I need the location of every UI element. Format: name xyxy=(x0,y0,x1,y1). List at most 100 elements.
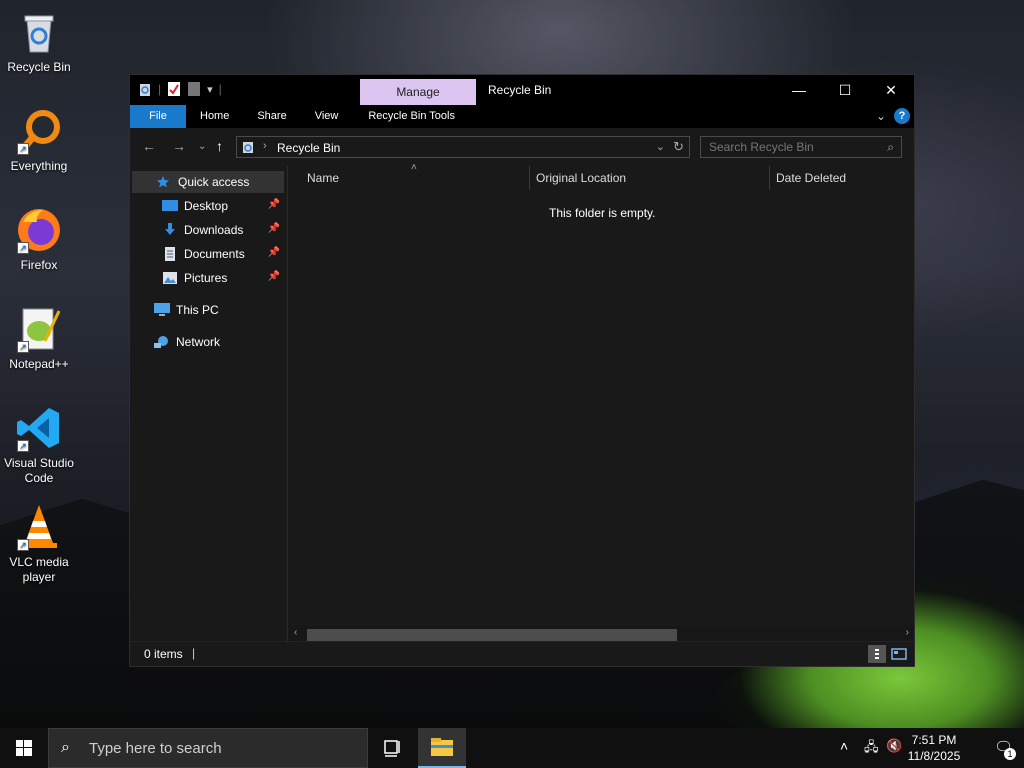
column-divider[interactable] xyxy=(529,166,530,190)
recycle-bin-icon xyxy=(15,8,63,56)
vlc-icon: ↗ xyxy=(15,503,63,551)
address-history-chevron-icon[interactable]: ⌄ xyxy=(656,140,665,153)
search-input[interactable] xyxy=(701,137,871,157)
documents-icon xyxy=(162,247,178,261)
pin-icon: 📌 xyxy=(267,271,280,282)
tab-recycle-bin-tools[interactable]: Recycle Bin Tools xyxy=(352,105,469,128)
column-header-name[interactable]: Name xyxy=(307,166,339,190)
show-hidden-icons-chevron-icon[interactable]: ˄ xyxy=(840,738,848,754)
tab-view[interactable]: View xyxy=(301,105,353,128)
window-title: Recycle Bin xyxy=(488,83,552,97)
pin-icon: 📌 xyxy=(267,199,280,210)
sidebar-item-label: Desktop xyxy=(184,199,229,213)
customize-toolbar-chevron-icon[interactable]: ▾ xyxy=(207,83,213,96)
sidebar-item-label: Downloads xyxy=(184,223,244,237)
navigation-pane: Quick access Desktop 📌 Downloads 📌 Docum… xyxy=(130,166,288,643)
help-icon[interactable]: ? xyxy=(894,108,910,124)
desktop-icon-label: Everything xyxy=(10,159,68,173)
sidebar-item-documents[interactable]: Documents 📌 xyxy=(132,243,284,265)
desktop-icon-label: Visual Studio Code xyxy=(4,456,74,485)
refresh-icon[interactable]: ↻ xyxy=(673,139,684,155)
system-tray: ˄ 🖧 🔇 7:51 PM 11/8/2025 🗨 1 xyxy=(824,728,1024,768)
start-button[interactable] xyxy=(0,728,48,768)
desktop-icon-vlc[interactable]: ↗ VLC media player xyxy=(2,503,76,585)
toolbar-divider: | xyxy=(158,82,162,96)
windows-logo-icon xyxy=(16,740,32,756)
address-bar[interactable]: › Recycle Bin ⌄ ↻ xyxy=(236,136,690,158)
desktop-icon-notepad-plus-plus[interactable]: ↗ Notepad++ xyxy=(2,305,76,372)
expand-ribbon-chevron-icon[interactable]: ⌄ xyxy=(876,109,886,123)
forward-arrow-icon[interactable]: → xyxy=(172,138,186,154)
breadcrumb[interactable]: Recycle Bin xyxy=(277,141,340,155)
taskbar-clock[interactable]: 7:51 PM 11/8/2025 xyxy=(902,732,966,764)
desktop-icon-recycle-bin[interactable]: Recycle Bin xyxy=(2,8,76,75)
sidebar-item-desktop[interactable]: Desktop 📌 xyxy=(132,195,284,217)
sidebar-item-label: Documents xyxy=(184,247,245,261)
desktop-icon-everything[interactable]: ↗ Everything xyxy=(2,107,76,174)
file-explorer-window: | ▾ | Manage Recycle Bin — ☐ ✕ File Home… xyxy=(129,74,915,667)
sidebar-item-label: Network xyxy=(176,335,221,349)
shortcut-arrow-icon: ↗ xyxy=(17,242,29,254)
taskbar-search-placeholder: Type here to search xyxy=(89,740,222,757)
manage-contextual-tab[interactable]: Manage xyxy=(360,79,476,106)
sidebar-item-network[interactable]: Network xyxy=(132,331,284,353)
scroll-right-icon[interactable]: › xyxy=(906,627,909,638)
taskbar-file-explorer[interactable] xyxy=(418,728,466,768)
recent-locations-chevron-icon[interactable]: ⌄ xyxy=(198,141,206,152)
taskbar-search-box[interactable]: ⌕ Type here to search xyxy=(48,728,368,768)
minimize-button[interactable]: — xyxy=(776,75,822,105)
close-button[interactable]: ✕ xyxy=(868,75,914,105)
task-view-button[interactable] xyxy=(368,728,416,768)
tab-share[interactable]: Share xyxy=(243,105,300,128)
file-explorer-icon xyxy=(431,738,453,756)
up-arrow-icon[interactable]: ↑ xyxy=(216,138,223,154)
ribbon-right-controls: ⌄ ? xyxy=(876,108,910,124)
clock-time: 7:51 PM xyxy=(911,733,957,747)
ribbon-tabs: File Home Share View Recycle Bin Tools ⌄… xyxy=(130,105,914,128)
notepad-plus-plus-icon: ↗ xyxy=(15,305,63,353)
column-header-original-location[interactable]: Original Location xyxy=(536,166,626,190)
window-controls: — ☐ ✕ xyxy=(776,75,914,105)
sidebar-item-label: This PC xyxy=(176,303,219,317)
everything-search-icon: ↗ xyxy=(15,107,63,155)
title-bar[interactable]: | ▾ | Manage Recycle Bin — ☐ ✕ xyxy=(130,75,914,106)
volume-muted-icon[interactable]: 🔇 xyxy=(886,738,902,754)
network-icon xyxy=(154,335,170,349)
new-folder-icon[interactable] xyxy=(187,81,201,97)
search-box[interactable]: ⌕ xyxy=(700,136,902,158)
shortcut-arrow-icon: ↗ xyxy=(17,341,29,353)
column-divider[interactable] xyxy=(769,166,770,190)
tab-home[interactable]: Home xyxy=(186,105,243,128)
sidebar-item-label: Pictures xyxy=(184,271,228,285)
sidebar-item-pictures[interactable]: Pictures 📌 xyxy=(132,267,284,289)
sidebar-item-this-pc[interactable]: This PC xyxy=(132,299,284,321)
taskbar: ⌕ Type here to search ˄ 🖧 🔇 7:51 PM 11/8… xyxy=(0,728,1024,768)
clock-date: 11/8/2025 xyxy=(907,749,961,763)
sidebar-item-downloads[interactable]: Downloads 📌 xyxy=(132,219,284,241)
shortcut-arrow-icon: ↗ xyxy=(17,539,29,551)
item-count: 0 items xyxy=(144,647,183,661)
sort-ascending-icon: ˄ xyxy=(411,162,417,173)
properties-icon[interactable] xyxy=(167,81,181,97)
scrollbar-thumb[interactable] xyxy=(307,629,677,641)
column-header-date-deleted[interactable]: Date Deleted xyxy=(776,166,846,190)
details-view-icon[interactable] xyxy=(868,645,886,663)
recycle-bin-small-icon xyxy=(138,81,152,97)
sidebar-item-label: Quick access xyxy=(178,175,250,189)
scroll-left-icon[interactable]: ‹ xyxy=(294,627,297,638)
search-icon: ⌕ xyxy=(61,739,70,756)
maximize-button[interactable]: ☐ xyxy=(822,75,868,105)
desktop-icon-label: Notepad++ xyxy=(9,357,69,371)
desktop-icon-vscode[interactable]: ↗ Visual Studio Code xyxy=(2,404,76,486)
large-icons-view-icon[interactable] xyxy=(890,645,908,663)
status-bar: 0 items | xyxy=(130,641,914,666)
network-status-icon[interactable]: 🖧 xyxy=(864,738,879,760)
sidebar-item-quick-access[interactable]: Quick access xyxy=(132,171,284,193)
back-arrow-icon[interactable]: ← xyxy=(142,138,156,154)
tab-file[interactable]: File xyxy=(130,105,186,128)
navigation-bar: ← → ⌄ ↑ › Recycle Bin ⌄ ↻ ⌕ xyxy=(130,128,914,166)
empty-folder-message: This folder is empty. xyxy=(549,206,656,220)
file-list: ˄ Name Original Location Date Deleted Th… xyxy=(289,162,914,643)
desktop-icon-firefox[interactable]: ↗ Firefox xyxy=(2,206,76,273)
desktop-icon-label: Recycle Bin xyxy=(7,60,71,74)
